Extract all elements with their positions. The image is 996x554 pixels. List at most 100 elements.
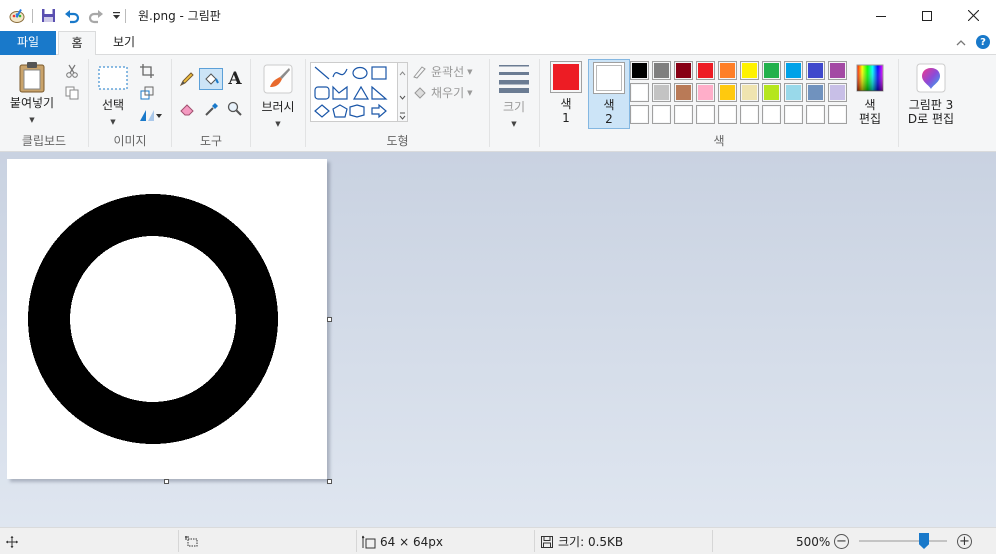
palette-swatch[interactable] xyxy=(696,61,715,80)
title-bar: 원.png - 그림판 xyxy=(0,0,996,31)
shapes-scrollbar[interactable] xyxy=(398,62,408,122)
maximize-button[interactable] xyxy=(904,0,950,31)
eraser-icon[interactable] xyxy=(177,99,197,119)
help-icon[interactable]: ? xyxy=(976,35,990,49)
color2-fill xyxy=(596,65,622,91)
undo-icon[interactable] xyxy=(63,7,81,25)
palette-swatch[interactable] xyxy=(674,105,693,124)
palette-swatch[interactable] xyxy=(828,105,847,124)
line-size-icon xyxy=(499,65,529,93)
chevron-down-icon: ▼ xyxy=(511,120,517,128)
clipboard-group: 붙여넣기 ▼ 클립보드 xyxy=(0,55,88,152)
paint3d-icon xyxy=(916,63,946,93)
zoom-slider-track[interactable] xyxy=(859,540,947,542)
brushes-label: 브러시 xyxy=(261,100,295,114)
palette-swatch[interactable] xyxy=(674,83,693,102)
magnifier-icon[interactable] xyxy=(225,99,245,119)
resize-icon[interactable] xyxy=(137,83,157,103)
palette-swatch[interactable] xyxy=(762,105,781,124)
resize-handle-bottom[interactable] xyxy=(164,479,169,484)
palette-swatch[interactable] xyxy=(806,61,825,80)
color1-button[interactable]: 색 1 xyxy=(548,61,584,129)
size-button[interactable]: 크기 ▼ xyxy=(494,63,534,131)
cut-icon[interactable] xyxy=(62,61,82,81)
window-title: 원.png - 그림판 xyxy=(138,9,221,23)
outline-icon xyxy=(413,65,426,79)
palette-swatch[interactable] xyxy=(806,105,825,124)
collapse-ribbon-icon[interactable] xyxy=(956,35,966,49)
palette-swatch[interactable] xyxy=(740,83,759,102)
palette-swatch[interactable] xyxy=(784,83,803,102)
zoom-out-button[interactable]: − xyxy=(834,534,849,549)
palette-swatch[interactable] xyxy=(652,83,671,102)
paint3d-group: 그림판 3 D로 편집 xyxy=(899,55,963,152)
fill-bucket-icon[interactable] xyxy=(199,68,223,90)
tab-file[interactable]: 파일 xyxy=(0,31,56,55)
palette-swatch[interactable] xyxy=(740,105,759,124)
outline-button[interactable]: 윤곽선 ▼ xyxy=(412,63,473,80)
rotate-icon[interactable] xyxy=(137,105,163,125)
clipboard-icon xyxy=(19,62,45,93)
resize-handle-right[interactable] xyxy=(327,317,332,322)
color2-button[interactable]: 색 2 xyxy=(588,59,630,129)
edit-in-paint3d-button[interactable]: 그림판 3 D로 편집 xyxy=(901,63,961,126)
help-area: ? xyxy=(956,35,990,49)
save-icon[interactable] xyxy=(39,7,57,25)
fill-button[interactable]: 채우기 ▼ xyxy=(412,84,473,101)
outline-label: 윤곽선 xyxy=(431,65,465,79)
minimize-button[interactable] xyxy=(858,0,904,31)
file-size-text: 크기: 0.5KB xyxy=(558,535,624,549)
tab-view[interactable]: 보기 xyxy=(104,31,144,55)
palette-swatch[interactable] xyxy=(762,61,781,80)
size-label: 크기 xyxy=(502,100,526,114)
palette-swatch[interactable] xyxy=(762,83,781,102)
resize-handle-corner[interactable] xyxy=(327,479,332,484)
palette-swatch-fill xyxy=(654,85,669,100)
palette-swatch[interactable] xyxy=(740,61,759,80)
disk-icon xyxy=(541,535,553,548)
copy-icon[interactable] xyxy=(62,83,82,103)
pencil-icon[interactable] xyxy=(177,69,197,89)
close-button[interactable] xyxy=(950,0,996,31)
tools-group: A 도구 xyxy=(172,55,250,152)
palette-swatch[interactable] xyxy=(828,83,847,102)
zoom-in-button[interactable]: + xyxy=(957,534,972,549)
palette-swatch[interactable] xyxy=(652,105,671,124)
palette-swatch[interactable] xyxy=(784,61,803,80)
palette-swatch[interactable] xyxy=(630,61,649,80)
palette-swatch[interactable] xyxy=(696,83,715,102)
tab-home[interactable]: 홈 xyxy=(58,31,96,56)
image-dimensions: 64 × 64px xyxy=(362,528,443,554)
palette-swatch[interactable] xyxy=(828,61,847,80)
crop-icon[interactable] xyxy=(137,61,157,81)
color-picker-icon[interactable] xyxy=(202,99,222,119)
palette-swatch-fill xyxy=(830,85,845,100)
palette-swatch[interactable] xyxy=(718,83,737,102)
status-separator xyxy=(534,530,535,552)
status-bar: 64 × 64px 크기: 0.5KB 500% − + xyxy=(0,527,996,554)
palette-swatch[interactable] xyxy=(674,61,693,80)
palette-swatch[interactable] xyxy=(652,61,671,80)
color2-number: 2 xyxy=(605,112,613,126)
palette-swatch-fill xyxy=(654,107,669,122)
shapes-gallery[interactable] xyxy=(310,62,398,122)
zoom-slider-thumb[interactable] xyxy=(919,533,929,549)
palette-swatch[interactable] xyxy=(718,105,737,124)
window-controls xyxy=(858,0,996,31)
palette-swatch-fill xyxy=(764,63,779,78)
palette-swatch[interactable] xyxy=(784,105,803,124)
brushes-button[interactable]: 브러시 ▼ xyxy=(254,63,302,131)
paste-button[interactable]: 붙여넣기 ▼ xyxy=(4,61,60,127)
palette-swatch[interactable] xyxy=(630,83,649,102)
customize-toolbar-icon[interactable] xyxy=(111,7,121,25)
palette-swatch[interactable] xyxy=(806,83,825,102)
edit-colors-button[interactable]: 색 편집 xyxy=(850,63,890,126)
text-icon[interactable]: A xyxy=(225,69,245,89)
palette-swatch-fill xyxy=(720,107,735,122)
drawing-canvas[interactable] xyxy=(7,159,327,479)
select-button[interactable]: 선택 ▼ xyxy=(95,65,131,129)
palette-swatch[interactable] xyxy=(630,105,649,124)
palette-swatch-fill xyxy=(632,107,647,122)
palette-swatch[interactable] xyxy=(718,61,737,80)
palette-swatch[interactable] xyxy=(696,105,715,124)
